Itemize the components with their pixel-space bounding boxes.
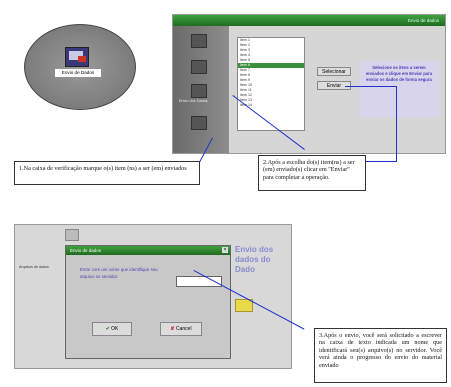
ok-label: OK [111,326,119,332]
callout-step-3-text: 3.Após o envio, você será solicitado a e… [319,332,442,369]
dialog-prompt: Entre com um nome que identifique seu ar… [80,267,158,279]
cancel-label: Cancel [176,326,192,332]
select-button[interactable]: Selecionar [317,67,351,76]
dialog-title-bar: Envio de dados × [66,246,230,255]
name-dialog: Envio de dados × Entre com um nome que i… [65,245,231,359]
desktop-decoration [65,229,79,241]
sidebar-app-icon[interactable] [191,60,207,74]
left-sidebar: Envio dos Dados [173,26,229,153]
callout-step-1-text: 1.Na caixa de verificação marque o(s) it… [19,165,187,172]
info-text: Selecione os itens a serem enviados e cl… [365,65,433,83]
desktop-icon-label: Envio de Dados [55,69,101,77]
callout-step-2-text: 2.Após a escolha do(s) item(ns) a ser (e… [263,159,355,181]
sidebar-app-icon[interactable] [191,34,207,48]
checkbox-list[interactable]: Item 1 Item 2 Item 3 Item 4 Item 5 Item … [237,37,305,131]
callout-step-1: 1.Na caixa de verificação marque o(s) it… [14,161,200,185]
check-icon: ✔ [105,326,110,332]
dialog-title: Envio de dados [70,248,102,253]
sidebar-app-icon[interactable] [191,116,207,130]
desktop-icon-zoom: Envio de Dados [24,24,136,110]
info-panel: Selecione os itens a serem enviados e cl… [359,61,439,117]
connector-line [366,161,396,162]
window-title: Envio de dados [407,18,439,23]
connector-line [396,86,397,162]
ok-button[interactable]: ✔ OK [92,322,132,336]
side-heading: Envio dos dados do Dado [235,245,274,274]
top-screenshot: Envio de dados Envio dos Dados Item 1 It… [172,14,446,154]
sidebar-label: Envio dos Dados [179,99,208,103]
window-title-bar: Envio de dados [173,15,445,26]
close-icon[interactable]: × [222,247,228,253]
callout-step-3: 3.Após o envio, você será solicitado a e… [314,328,447,383]
desktop-left-text: Arquivos de dados [19,265,49,269]
bottom-screenshot: Arquivos de dados Envio de dados × Entre… [14,224,292,369]
cancel-button[interactable]: ✘ Cancel [160,322,202,336]
callout-step-2: 2.Após a escolha do(s) item(ns) a ser (e… [258,155,366,191]
send-data-app-icon[interactable] [65,47,89,67]
cancel-x-icon: ✘ [170,326,175,332]
connector-line [345,86,397,87]
sidebar-app-icon[interactable] [191,84,207,98]
